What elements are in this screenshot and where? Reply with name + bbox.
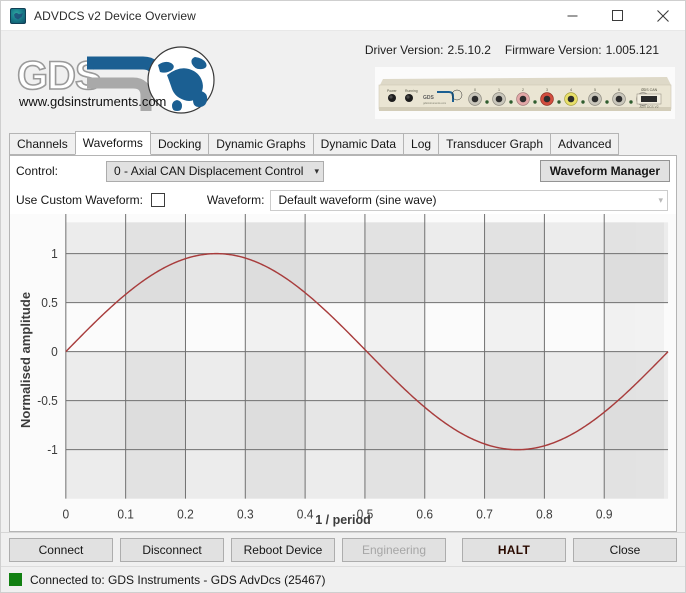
device-photo: Power Running GDS gdsinstruments.com 0 1 2…	[375, 67, 675, 119]
use-custom-waveform-checkbox[interactable]	[151, 193, 165, 207]
close-icon[interactable]	[640, 1, 685, 31]
button-bar: Connect Disconnect Reboot Device Enginee…	[1, 532, 685, 566]
chevron-down-icon: ▾	[658, 196, 663, 205]
svg-text:ADV DCS V2: ADV DCS V2	[640, 105, 659, 109]
close-button[interactable]: Close	[573, 538, 677, 562]
engineering-label: Engineering	[362, 543, 426, 557]
application-window: ADVDCS v2 Device Overview GDS www.gdsins…	[0, 0, 686, 593]
tab-transducer-graph[interactable]: Transducer Graph	[438, 133, 551, 155]
waveform-select-value: Default waveform (sine wave)	[278, 193, 652, 207]
svg-text:6: 6	[618, 88, 620, 92]
y-tick-label: 0	[51, 345, 58, 359]
tab-label: Transducer Graph	[446, 137, 543, 151]
y-tick-label: 1	[51, 247, 58, 261]
connect-button[interactable]: Connect	[9, 538, 113, 562]
disconnect-label: Disconnect	[142, 543, 201, 557]
tab-advanced[interactable]: Advanced	[550, 133, 619, 155]
gds-instruments-logo: GDS www.gdsinstruments.com	[15, 43, 240, 121]
waveform-row: Use Custom Waveform: Waveform: Default w…	[10, 186, 676, 214]
svg-text:www.gdsinstruments.com: www.gdsinstruments.com	[18, 94, 166, 109]
tab-channels[interactable]: Channels	[9, 133, 76, 155]
firmware-version-value: 1.005.121	[606, 43, 659, 57]
waveforms-panel: Control: 0 - Axial CAN Displacement Cont…	[9, 155, 677, 532]
y-tick-label: -0.5	[37, 394, 58, 408]
y-tick-label: -1	[47, 443, 58, 457]
svg-text:1: 1	[498, 88, 500, 92]
title-bar: ADVDCS v2 Device Overview	[1, 1, 685, 31]
halt-label: HALT	[498, 543, 530, 557]
svg-text:Running: Running	[405, 89, 418, 93]
version-info: Driver Version: 2.5.10.2 Firmware Version:…	[365, 43, 673, 57]
waveform-manager-label: Waveform Manager	[550, 164, 660, 178]
connect-label: Connect	[39, 543, 84, 557]
waveform-chart-svg: 1 0.5 0 -0.5 -1 Normalised amplitude 0 0…	[10, 214, 676, 531]
header-band: GDS www.gdsinstruments.com Driver Versio…	[1, 31, 685, 131]
engineering-button: Engineering	[342, 538, 446, 562]
x-axis-title: 1 / period	[10, 513, 676, 527]
tab-label: Log	[411, 137, 431, 151]
tab-strip: Channels Waveforms Docking Dynamic Graph…	[9, 131, 677, 155]
disconnect-button[interactable]: Disconnect	[120, 538, 224, 562]
maximize-icon[interactable]	[595, 1, 640, 31]
svg-text:2: 2	[522, 88, 524, 92]
svg-text:gdsinstruments.com: gdsinstruments.com	[423, 101, 446, 105]
svg-text:0: 0	[474, 88, 476, 92]
svg-text:GDS CAN: GDS CAN	[641, 88, 658, 92]
tab-label: Channels	[17, 137, 68, 151]
tab-waveforms[interactable]: Waveforms	[75, 131, 151, 155]
minimize-icon[interactable]	[550, 1, 595, 31]
driver-version-value: 2.5.10.2	[448, 43, 491, 57]
waveform-select[interactable]: Default waveform (sine wave) ▾	[270, 190, 668, 211]
svg-text:3: 3	[546, 88, 548, 92]
waveform-label: Waveform:	[207, 193, 265, 207]
tab-label: Waveforms	[83, 136, 143, 150]
status-bar: Connected to: GDS Instruments - GDS AdvD…	[1, 566, 685, 592]
close-label: Close	[610, 543, 641, 557]
y-axis-title: Normalised amplitude	[18, 292, 33, 428]
control-select[interactable]: 0 - Axial CAN Displacement Control ▾	[106, 161, 324, 182]
waveform-chart[interactable]: 1 0.5 0 -0.5 -1 Normalised amplitude 0 0…	[10, 214, 676, 531]
halt-button[interactable]: HALT	[462, 538, 566, 562]
firmware-version-label: Firmware Version:	[505, 43, 602, 57]
tab-dynamic-data[interactable]: Dynamic Data	[313, 133, 404, 155]
chevron-down-icon: ▾	[315, 167, 320, 176]
tab-label: Docking	[158, 137, 201, 151]
reboot-device-button[interactable]: Reboot Device	[231, 538, 335, 562]
connection-status-indicator	[9, 573, 22, 586]
svg-text:GDS: GDS	[423, 95, 435, 101]
waveform-manager-button[interactable]: Waveform Manager	[540, 160, 670, 182]
control-label: Control:	[16, 164, 58, 178]
status-text: Connected to: GDS Instruments - GDS AdvD…	[30, 573, 325, 587]
tab-label: Dynamic Graphs	[216, 137, 305, 151]
tab-docking[interactable]: Docking	[150, 133, 209, 155]
use-custom-waveform-label: Use Custom Waveform:	[16, 193, 143, 207]
tab-label: Dynamic Data	[321, 137, 396, 151]
window-controls	[550, 1, 685, 31]
tab-label: Advanced	[558, 137, 611, 151]
tab-dynamic-graphs[interactable]: Dynamic Graphs	[208, 133, 313, 155]
svg-text:5: 5	[594, 88, 596, 92]
window-title: ADVDCS v2 Device Overview	[34, 9, 196, 23]
tab-log[interactable]: Log	[403, 133, 439, 155]
control-row: Control: 0 - Axial CAN Displacement Cont…	[10, 156, 676, 186]
reboot-device-label: Reboot Device	[244, 543, 323, 557]
globe-icon	[10, 8, 26, 24]
y-tick-label: 0.5	[41, 296, 58, 310]
control-select-value: 0 - Axial CAN Displacement Control	[114, 164, 308, 178]
svg-text:4: 4	[570, 88, 572, 92]
driver-version-label: Driver Version:	[365, 43, 444, 57]
svg-text:Power: Power	[387, 89, 397, 93]
